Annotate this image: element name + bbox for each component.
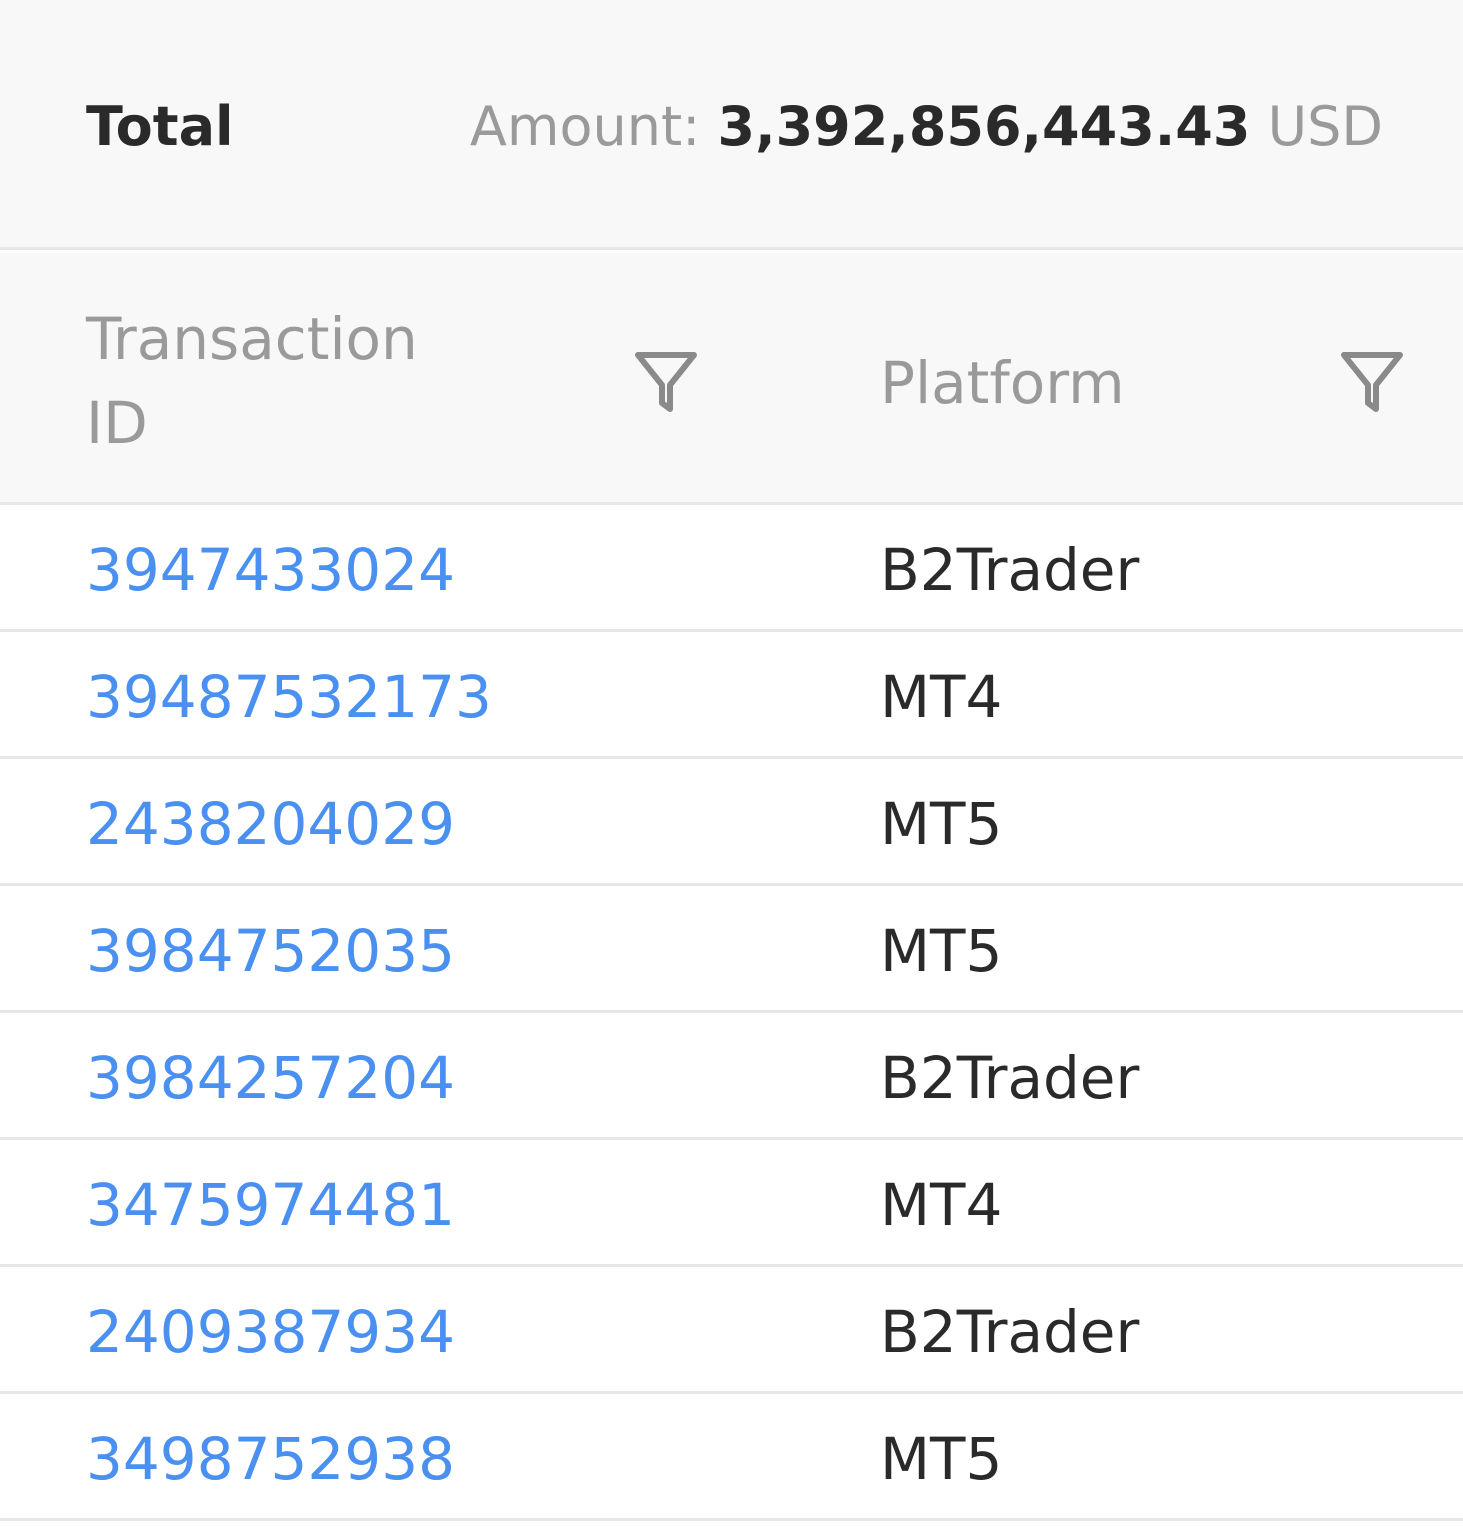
table-row: 3498752938 MT5 — [0, 1394, 1463, 1521]
platform-cell: B2Trader — [880, 1044, 1140, 1112]
platform-cell: MT5 — [880, 917, 1003, 985]
table-row: 3984257204 B2Trader — [0, 1013, 1463, 1140]
table-row: 39487532173 MT4 — [0, 632, 1463, 759]
table-row: 3475974481 MT4 — [0, 1140, 1463, 1267]
column-header-platform: Platform — [880, 349, 1125, 417]
total-summary: Total Amount: 3,392,856,443.43 USD — [0, 0, 1463, 250]
transaction-id-link[interactable]: 3475974481 — [86, 1170, 455, 1240]
filter-platform-button[interactable] — [1338, 349, 1406, 417]
transaction-id-link[interactable]: 3947433024 — [86, 535, 455, 605]
column-header-transaction-id: Transaction ID — [86, 305, 418, 457]
transaction-id-link[interactable]: 3498752938 — [86, 1424, 455, 1494]
transaction-id-link[interactable]: 2438204029 — [86, 789, 455, 859]
table-row: 2438204029 MT5 — [0, 759, 1463, 886]
total-label: Total — [86, 95, 234, 158]
amount-currency: USD — [1267, 95, 1383, 158]
table-row: 3984752035 MT5 — [0, 886, 1463, 1013]
platform-cell: MT5 — [880, 1425, 1003, 1493]
total-amount: Amount: 3,392,856,443.43 USD — [470, 94, 1383, 160]
platform-cell: B2Trader — [880, 536, 1140, 604]
platform-cell: MT5 — [880, 790, 1003, 858]
amount-prefix: Amount: — [469, 95, 701, 158]
platform-cell: B2Trader — [880, 1298, 1140, 1366]
table-body: 3947433024 B2Trader 39487532173 MT4 2438… — [0, 505, 1463, 1521]
transaction-id-link[interactable]: 39487532173 — [86, 662, 492, 732]
platform-cell: MT4 — [880, 663, 1003, 731]
table-header: Transaction ID Platform — [0, 253, 1463, 505]
filter-transaction-id-button[interactable] — [632, 349, 700, 417]
transaction-id-link[interactable]: 3984752035 — [86, 916, 455, 986]
transaction-id-link[interactable]: 3984257204 — [86, 1043, 455, 1113]
table-row: 3947433024 B2Trader — [0, 505, 1463, 632]
platform-cell: MT4 — [880, 1171, 1003, 1239]
filter-icon — [1341, 352, 1403, 412]
table-row: 2409387934 B2Trader — [0, 1267, 1463, 1394]
transaction-id-link[interactable]: 2409387934 — [86, 1297, 455, 1367]
amount-value: 3,392,856,443.43 — [717, 95, 1251, 158]
transactions-panel: Total Amount: 3,392,856,443.43 USD Trans… — [0, 0, 1463, 1536]
filter-icon — [635, 352, 697, 412]
